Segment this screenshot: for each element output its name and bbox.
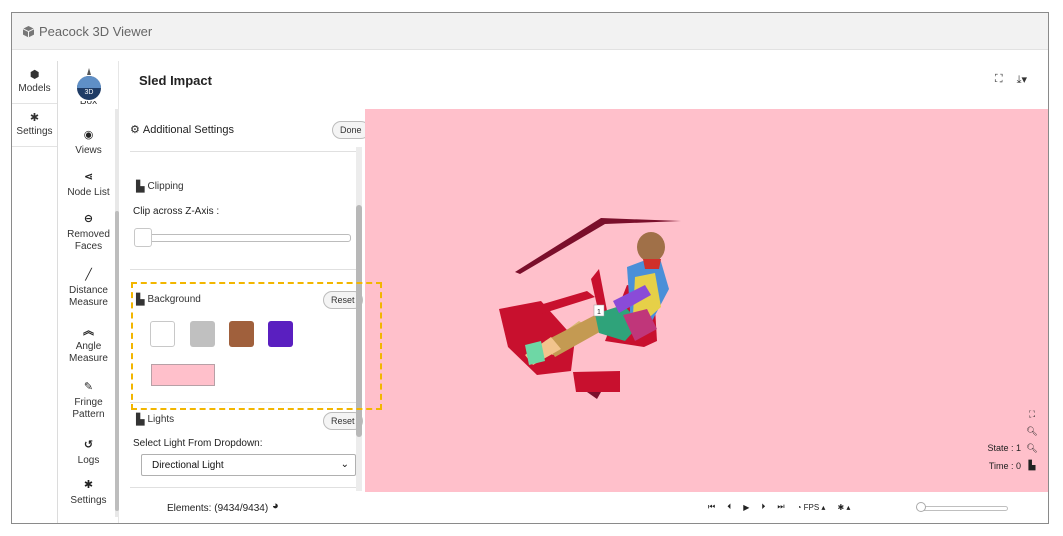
tool-distance-measure-label: Distance Measure	[69, 285, 108, 308]
front-block-foot	[587, 392, 601, 399]
minus-circle-icon: ⊖	[83, 213, 94, 225]
gears-icon: ⚙	[130, 124, 140, 136]
dummy-neck	[643, 259, 661, 269]
next-frame-icon[interactable]: ⏵	[761, 502, 765, 512]
tool-strip-scroll-thumb[interactable]	[115, 211, 119, 511]
zoom-out-icon[interactable]: 🔍︎	[1026, 443, 1037, 454]
logo-label: 3D	[85, 89, 94, 96]
lights-title: Lights	[147, 414, 175, 425]
dropper-icon: ✎	[83, 381, 94, 393]
viewport-tools: ⛶ 🔍︎ 🔍︎ ▙	[1025, 409, 1039, 471]
page-header: Sled Impact ⛶ ⤓▾	[120, 61, 1048, 109]
tool-logs[interactable]: ↺ Logs	[59, 439, 118, 467]
divider	[130, 487, 356, 488]
zoom-in-icon[interactable]: 🔍︎	[1026, 426, 1037, 437]
clipboard-icon: ▙	[136, 414, 145, 426]
lights-section-title: ▙ Lights	[136, 413, 174, 426]
title-bar: Peacock 3D Viewer	[12, 13, 1048, 50]
gauge-icon: ◔	[796, 502, 802, 512]
tool-angle-measure[interactable]: ︽ Angle Measure	[59, 325, 118, 365]
nav-settings[interactable]: ✱ Settings	[12, 104, 57, 147]
light-dropdown-value: Directional Light	[152, 459, 224, 471]
header-actions: ⛶ ⤓▾	[995, 73, 1027, 87]
gear-icon: ✱	[29, 112, 40, 124]
share-icon: ⋖	[83, 171, 94, 183]
tool-settings-label: Settings	[70, 495, 107, 506]
tool-settings[interactable]: ✱ Settings	[59, 479, 118, 507]
panel-footer: Elements: (9434/9434) ◕	[120, 492, 365, 523]
tool-node-list[interactable]: ⋖ Node List	[59, 171, 118, 199]
playback-bar: ⏮ ⏴ ▶ ⏵ ⏭ ◔ FPS ▴ ✱ ▴	[365, 492, 1048, 523]
tool-fringe-pattern-label: Fringe Pattern	[72, 397, 105, 420]
cube-icon: ⬢	[29, 69, 40, 81]
clip-axis-label: Clip across Z-Axis :	[133, 206, 220, 217]
tool-removed-faces[interactable]: ⊖ Removed Faces	[59, 213, 118, 253]
highlight-dashed-box	[131, 282, 382, 410]
left-nav: ⬢ Models ✱ Settings	[12, 61, 58, 523]
clip-slider-track[interactable]	[137, 234, 351, 242]
tool-node-list-label: Node List	[67, 187, 110, 198]
tool-angle-measure-label: Angle Measure	[69, 341, 108, 364]
timeline-track[interactable]	[918, 506, 1008, 511]
nav-models[interactable]: ⬢ Models	[12, 61, 57, 104]
cube-icon	[22, 25, 35, 38]
tool-views-label: Views	[75, 145, 102, 156]
nav-settings-label: Settings	[16, 126, 53, 137]
divider	[130, 151, 356, 152]
gear-icon: ✱	[837, 502, 845, 512]
elements-count: Elements: (9434/9434)	[167, 503, 269, 514]
clipping-section-title: ▙ Clipping	[136, 180, 184, 193]
tool-strip-scrollbar[interactable]	[115, 109, 119, 517]
app-title: Peacock 3D Viewer	[39, 23, 153, 39]
tool-distance-measure[interactable]: ╱ Distance Measure	[59, 269, 118, 309]
nav-models-label: Models	[18, 83, 51, 94]
playback-settings-dropdown[interactable]: ✱ ▴	[837, 503, 850, 512]
tool-logs-label: Logs	[77, 455, 100, 466]
panel-title-row: ⚙ Additional Settings	[130, 123, 234, 137]
fit-view-icon[interactable]: ⛶	[1029, 409, 1035, 420]
pie-chart-icon[interactable]: ◕	[272, 500, 279, 512]
fullscreen-icon[interactable]: ⛶	[995, 73, 1003, 87]
ruler-icon: ╱	[85, 269, 92, 281]
front-block	[573, 371, 620, 392]
divider	[130, 269, 356, 270]
tool-fringe-pattern[interactable]: ✎ Fringe Pattern	[59, 381, 118, 421]
gear-icon: ✱	[83, 479, 94, 491]
dummy-head	[637, 232, 665, 262]
play-icon[interactable]: ▶	[743, 503, 749, 512]
clipping-title: Clipping	[147, 181, 184, 192]
clipboard-icon: ▙	[136, 181, 145, 193]
app-logo: 3D	[74, 67, 104, 101]
download-icon[interactable]: ⤓▾	[1017, 73, 1027, 87]
playback-controls: ⏮ ⏴ ▶ ⏵ ⏭ ◔ FPS ▴ ✱ ▴	[708, 502, 850, 512]
timeline-handle[interactable]	[916, 502, 926, 512]
prev-frame-icon[interactable]: ⏴	[727, 502, 731, 512]
page-title: Sled Impact	[139, 73, 212, 88]
time-readout: Time : 0	[988, 461, 1021, 471]
light-select-label: Select Light From Dropdown:	[133, 438, 263, 449]
done-button[interactable]: Done	[332, 121, 365, 139]
clipboard-icon[interactable]: ▙	[1029, 460, 1036, 471]
app-window: Peacock 3D Viewer ⬢ Models ✱ Settings 3D…	[11, 12, 1049, 524]
fps-label: FPS	[803, 502, 820, 512]
3d-viewport[interactable]: 1 ⛶ 🔍︎ 🔍︎ ▙ State : 1 Time : 0	[365, 109, 1048, 492]
tool-removed-faces-label: Removed Faces	[67, 229, 110, 252]
panel-title: Additional Settings	[142, 123, 234, 136]
node-marker-label: 1	[597, 309, 601, 316]
light-dropdown[interactable]: Directional Light ⌄	[141, 454, 356, 476]
tool-views[interactable]: ◉ Views	[59, 129, 118, 157]
tool-strip: 3D Box ◉ Views ⋖ Node List ⊖ Removed Fac…	[59, 61, 119, 523]
sled-model: 1	[499, 218, 681, 399]
history-icon: ↺	[83, 439, 94, 451]
fps-dropdown[interactable]: ◔ FPS ▴	[797, 503, 826, 512]
first-frame-icon[interactable]: ⏮	[708, 502, 715, 512]
clip-slider-handle[interactable]	[134, 228, 152, 247]
eye-icon: ◉	[83, 129, 94, 141]
state-readout: State : 1	[987, 443, 1021, 453]
angle-icon: ︽	[83, 325, 94, 337]
tool-box-label: Box	[79, 101, 98, 107]
chevron-down-icon: ⌄	[340, 459, 349, 470]
last-frame-icon[interactable]: ⏭	[777, 502, 784, 512]
